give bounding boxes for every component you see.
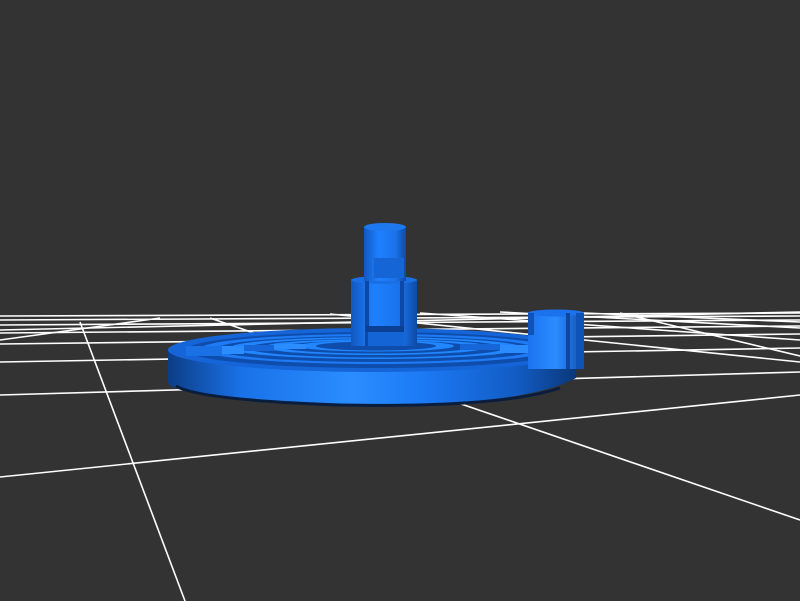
scene-canvas[interactable] xyxy=(0,0,800,601)
side-post xyxy=(528,309,584,369)
shaft-collar xyxy=(351,276,417,346)
3d-viewport[interactable] xyxy=(0,0,800,601)
center-shaft xyxy=(364,223,406,281)
